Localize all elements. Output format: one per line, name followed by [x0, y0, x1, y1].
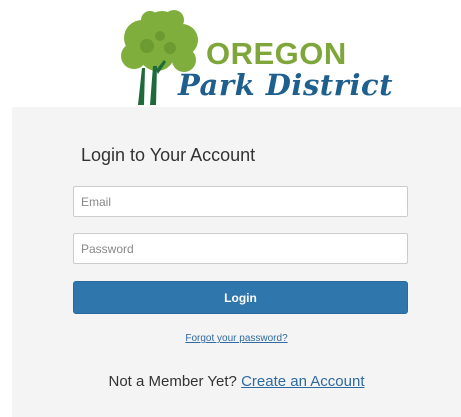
login-button[interactable]: Login	[73, 281, 408, 314]
logo-wordmark-oregon: OREGON	[206, 36, 347, 71]
login-button-label: Login	[224, 290, 257, 305]
park-district-logo: OREGON Park District	[0, 0, 461, 108]
signup-prompt: Not a Member Yet?	[108, 373, 237, 390]
email-placeholder: Email	[81, 194, 112, 209]
create-account-link[interactable]: Create an Account	[241, 373, 364, 390]
email-field[interactable]: Email	[73, 186, 408, 217]
login-panel: Login to Your Account Email Password Log…	[12, 107, 461, 417]
page-title: Login to Your Account	[81, 145, 256, 165]
password-placeholder: Password	[81, 241, 134, 256]
forgot-password-link[interactable]: Forgot your password?	[185, 333, 287, 344]
logo-wordmark-park-district: Park District	[178, 68, 394, 102]
signup-row: Not a Member Yet? Create an Account	[12, 373, 461, 390]
password-field[interactable]: Password	[73, 233, 408, 264]
forgot-password-row: Forgot your password?	[12, 333, 461, 344]
